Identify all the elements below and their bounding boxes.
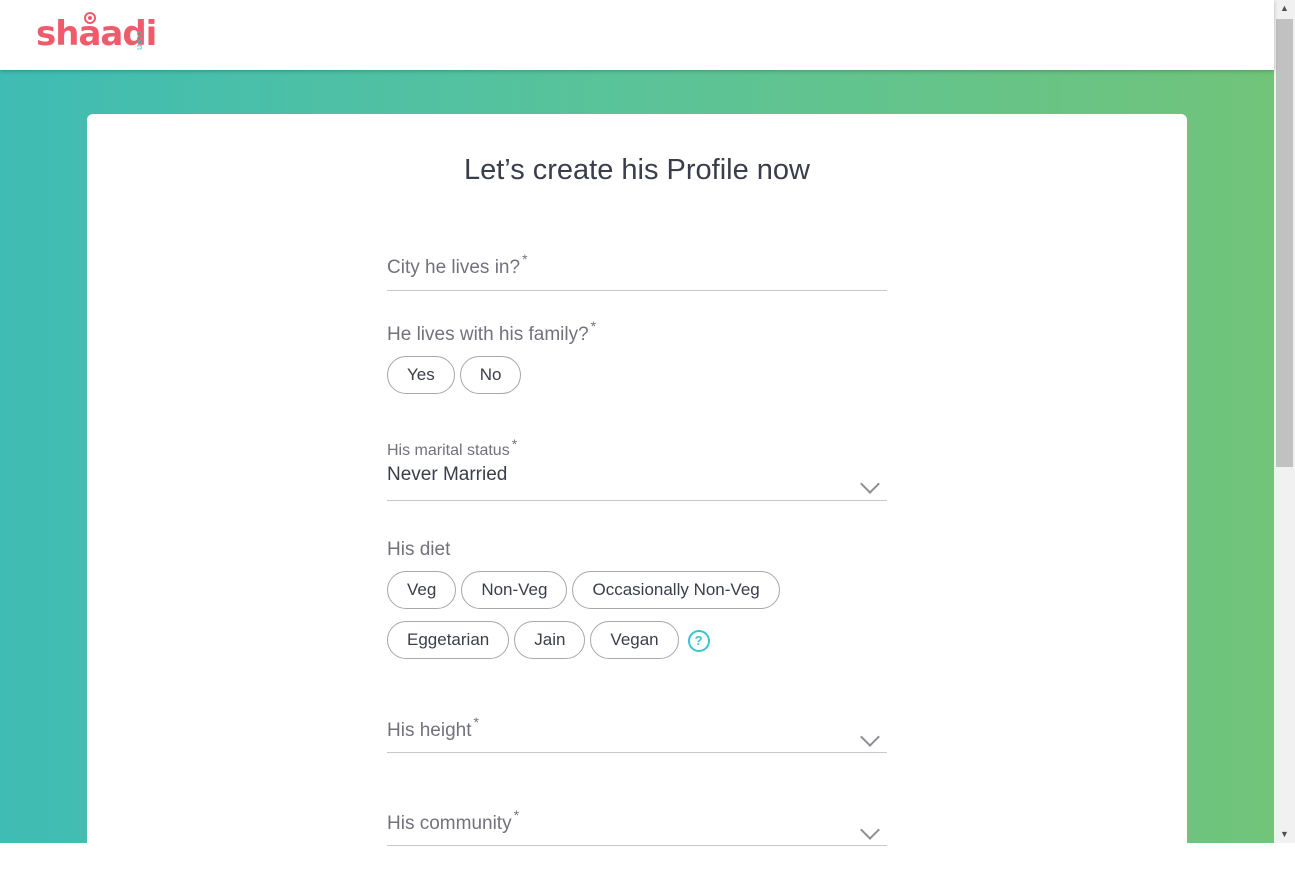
required-asterisk: * (473, 714, 479, 730)
logo-suffix: .com (134, 28, 144, 51)
diet-nonveg-button[interactable]: Non-Veg (461, 571, 568, 609)
community-label: His community (387, 813, 512, 834)
vertical-scrollbar[interactable]: ▲ ▼ (1274, 0, 1295, 843)
diet-label: His diet (387, 539, 451, 560)
community-dropdown[interactable]: His community * (387, 807, 887, 846)
required-asterisk: * (522, 251, 528, 267)
heart-dot-icon (84, 12, 96, 24)
height-dropdown[interactable]: His height * (387, 714, 887, 753)
scroll-up-arrow-icon[interactable]: ▲ (1274, 0, 1295, 17)
top-header: shaadi .com (0, 0, 1274, 70)
diet-vegan-button[interactable]: Vegan (590, 621, 679, 659)
chevron-down-icon (860, 820, 880, 840)
scroll-thumb[interactable] (1276, 19, 1293, 467)
diet-occasionally-nonveg-button[interactable]: Occasionally Non-Veg (572, 571, 780, 609)
diet-veg-button[interactable]: Veg (387, 571, 457, 609)
family-no-button[interactable]: No (459, 356, 522, 394)
marital-status-dropdown[interactable]: His marital status * Never Married (387, 436, 887, 501)
scroll-down-arrow-icon[interactable]: ▼ (1274, 826, 1295, 843)
required-asterisk: * (513, 807, 520, 823)
page-title: Let’s create his Profile now (463, 154, 811, 186)
profile-form-card: Let’s create his Profile now City he liv… (87, 114, 1187, 874)
city-label: City he lives in? (387, 257, 521, 278)
shaadi-logo[interactable]: shaadi .com (36, 12, 157, 56)
help-icon[interactable]: ? (687, 629, 710, 652)
diet-field: His diet Veg Non-Veg Occasionally Non-Veg … (387, 539, 887, 659)
diet-eggetarian-button[interactable]: Eggetarian (387, 621, 510, 659)
chevron-down-icon (860, 727, 880, 747)
marital-status-value: Never Married (387, 464, 508, 485)
family-field: He lives with his family? * Yes No (387, 318, 887, 394)
marital-status-label: His marital status (387, 442, 510, 459)
required-asterisk: * (590, 318, 597, 334)
required-asterisk: * (511, 436, 518, 452)
family-yes-button[interactable]: Yes (387, 356, 455, 394)
diet-jain-button[interactable]: Jain (514, 621, 586, 659)
family-label: He lives with his family? (387, 324, 589, 345)
city-field[interactable]: City he lives in? * (387, 251, 887, 291)
height-label: His height (387, 720, 472, 741)
